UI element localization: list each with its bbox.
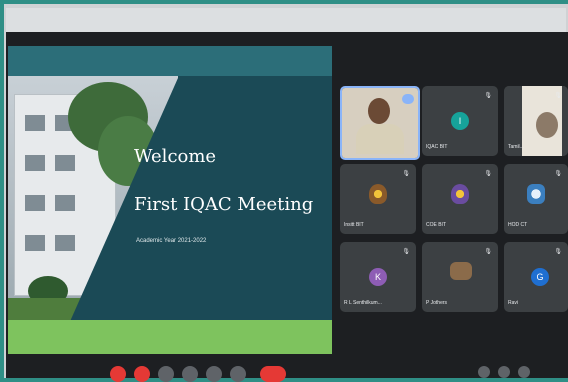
participant-name: Insitt BIT — [344, 222, 364, 228]
participant-name: Ravi — [508, 300, 519, 306]
leave-call-button[interactable] — [260, 366, 286, 382]
mic-off-icon: 🎙 — [484, 171, 492, 177]
speaking-indicator-icon — [402, 94, 414, 104]
camera-button[interactable] — [134, 366, 150, 382]
info-icon[interactable] — [478, 366, 490, 378]
mic-off-icon: 🎙 — [484, 93, 492, 99]
participant-name: Tamil... — [508, 144, 524, 150]
participant-tile[interactable]: 🎙 K R L Senthilkum... — [340, 242, 416, 312]
slide-top-strip — [8, 46, 332, 76]
slide-green-band — [8, 320, 332, 354]
department-logo-icon — [527, 184, 545, 204]
participant-video-person — [536, 112, 558, 138]
participant-tile[interactable]: 🎙 Insitt BIT — [340, 164, 416, 234]
participant-name: R L Senthilkum... — [344, 300, 382, 306]
mic-off-icon: 🎙 — [554, 171, 562, 177]
participant-photo — [450, 262, 472, 280]
browser-top-bar — [6, 8, 566, 32]
more-options-button[interactable] — [230, 366, 246, 382]
slide-subtitle: First IQAC Meeting — [134, 194, 314, 215]
participant-name: P Jothers — [426, 300, 448, 306]
participant-name: IQAC BIT — [426, 144, 448, 150]
participant-avatar: G — [531, 268, 549, 286]
participant-video-person — [368, 98, 390, 124]
people-icon[interactable] — [498, 366, 510, 378]
institution-logo-icon — [451, 184, 469, 204]
mic-button[interactable] — [110, 366, 126, 382]
slide-title: Welcome — [134, 146, 217, 167]
institution-logo-icon — [369, 184, 387, 204]
participant-name: HOD CT — [508, 222, 528, 228]
mic-off-icon: 🎙 — [402, 249, 410, 255]
participant-avatar: K — [369, 268, 387, 286]
participant-tile[interactable]: 🎙 P Jothers — [422, 242, 498, 312]
participant-tile[interactable]: 🎙 Tamil... — [504, 86, 568, 156]
participant-tile[interactable]: 🎙 G Ravi — [504, 242, 568, 312]
participant-avatar: I — [451, 112, 469, 130]
meeting-controls — [100, 366, 320, 382]
participant-tile[interactable]: 🎙 HOD CT — [504, 164, 568, 234]
present-button[interactable] — [182, 366, 198, 382]
mic-off-icon: 🎙 — [554, 93, 562, 99]
mic-off-icon: 🎙 — [484, 249, 492, 255]
participant-tile[interactable]: 🎙 I IQAC BIT — [422, 86, 498, 156]
slide-academic-year: Academic Year 2021-2022 — [136, 238, 207, 244]
participant-tile[interactable] — [340, 86, 420, 160]
participant-name: COE BIT — [426, 222, 447, 228]
raise-hand-button[interactable] — [206, 366, 222, 382]
captions-button[interactable] — [158, 366, 174, 382]
mic-off-icon: 🎙 — [554, 249, 562, 255]
participant-tile[interactable]: 🎙 COE BIT — [422, 164, 498, 234]
mic-off-icon: 🎙 — [402, 171, 410, 177]
chat-icon[interactable] — [518, 366, 530, 378]
